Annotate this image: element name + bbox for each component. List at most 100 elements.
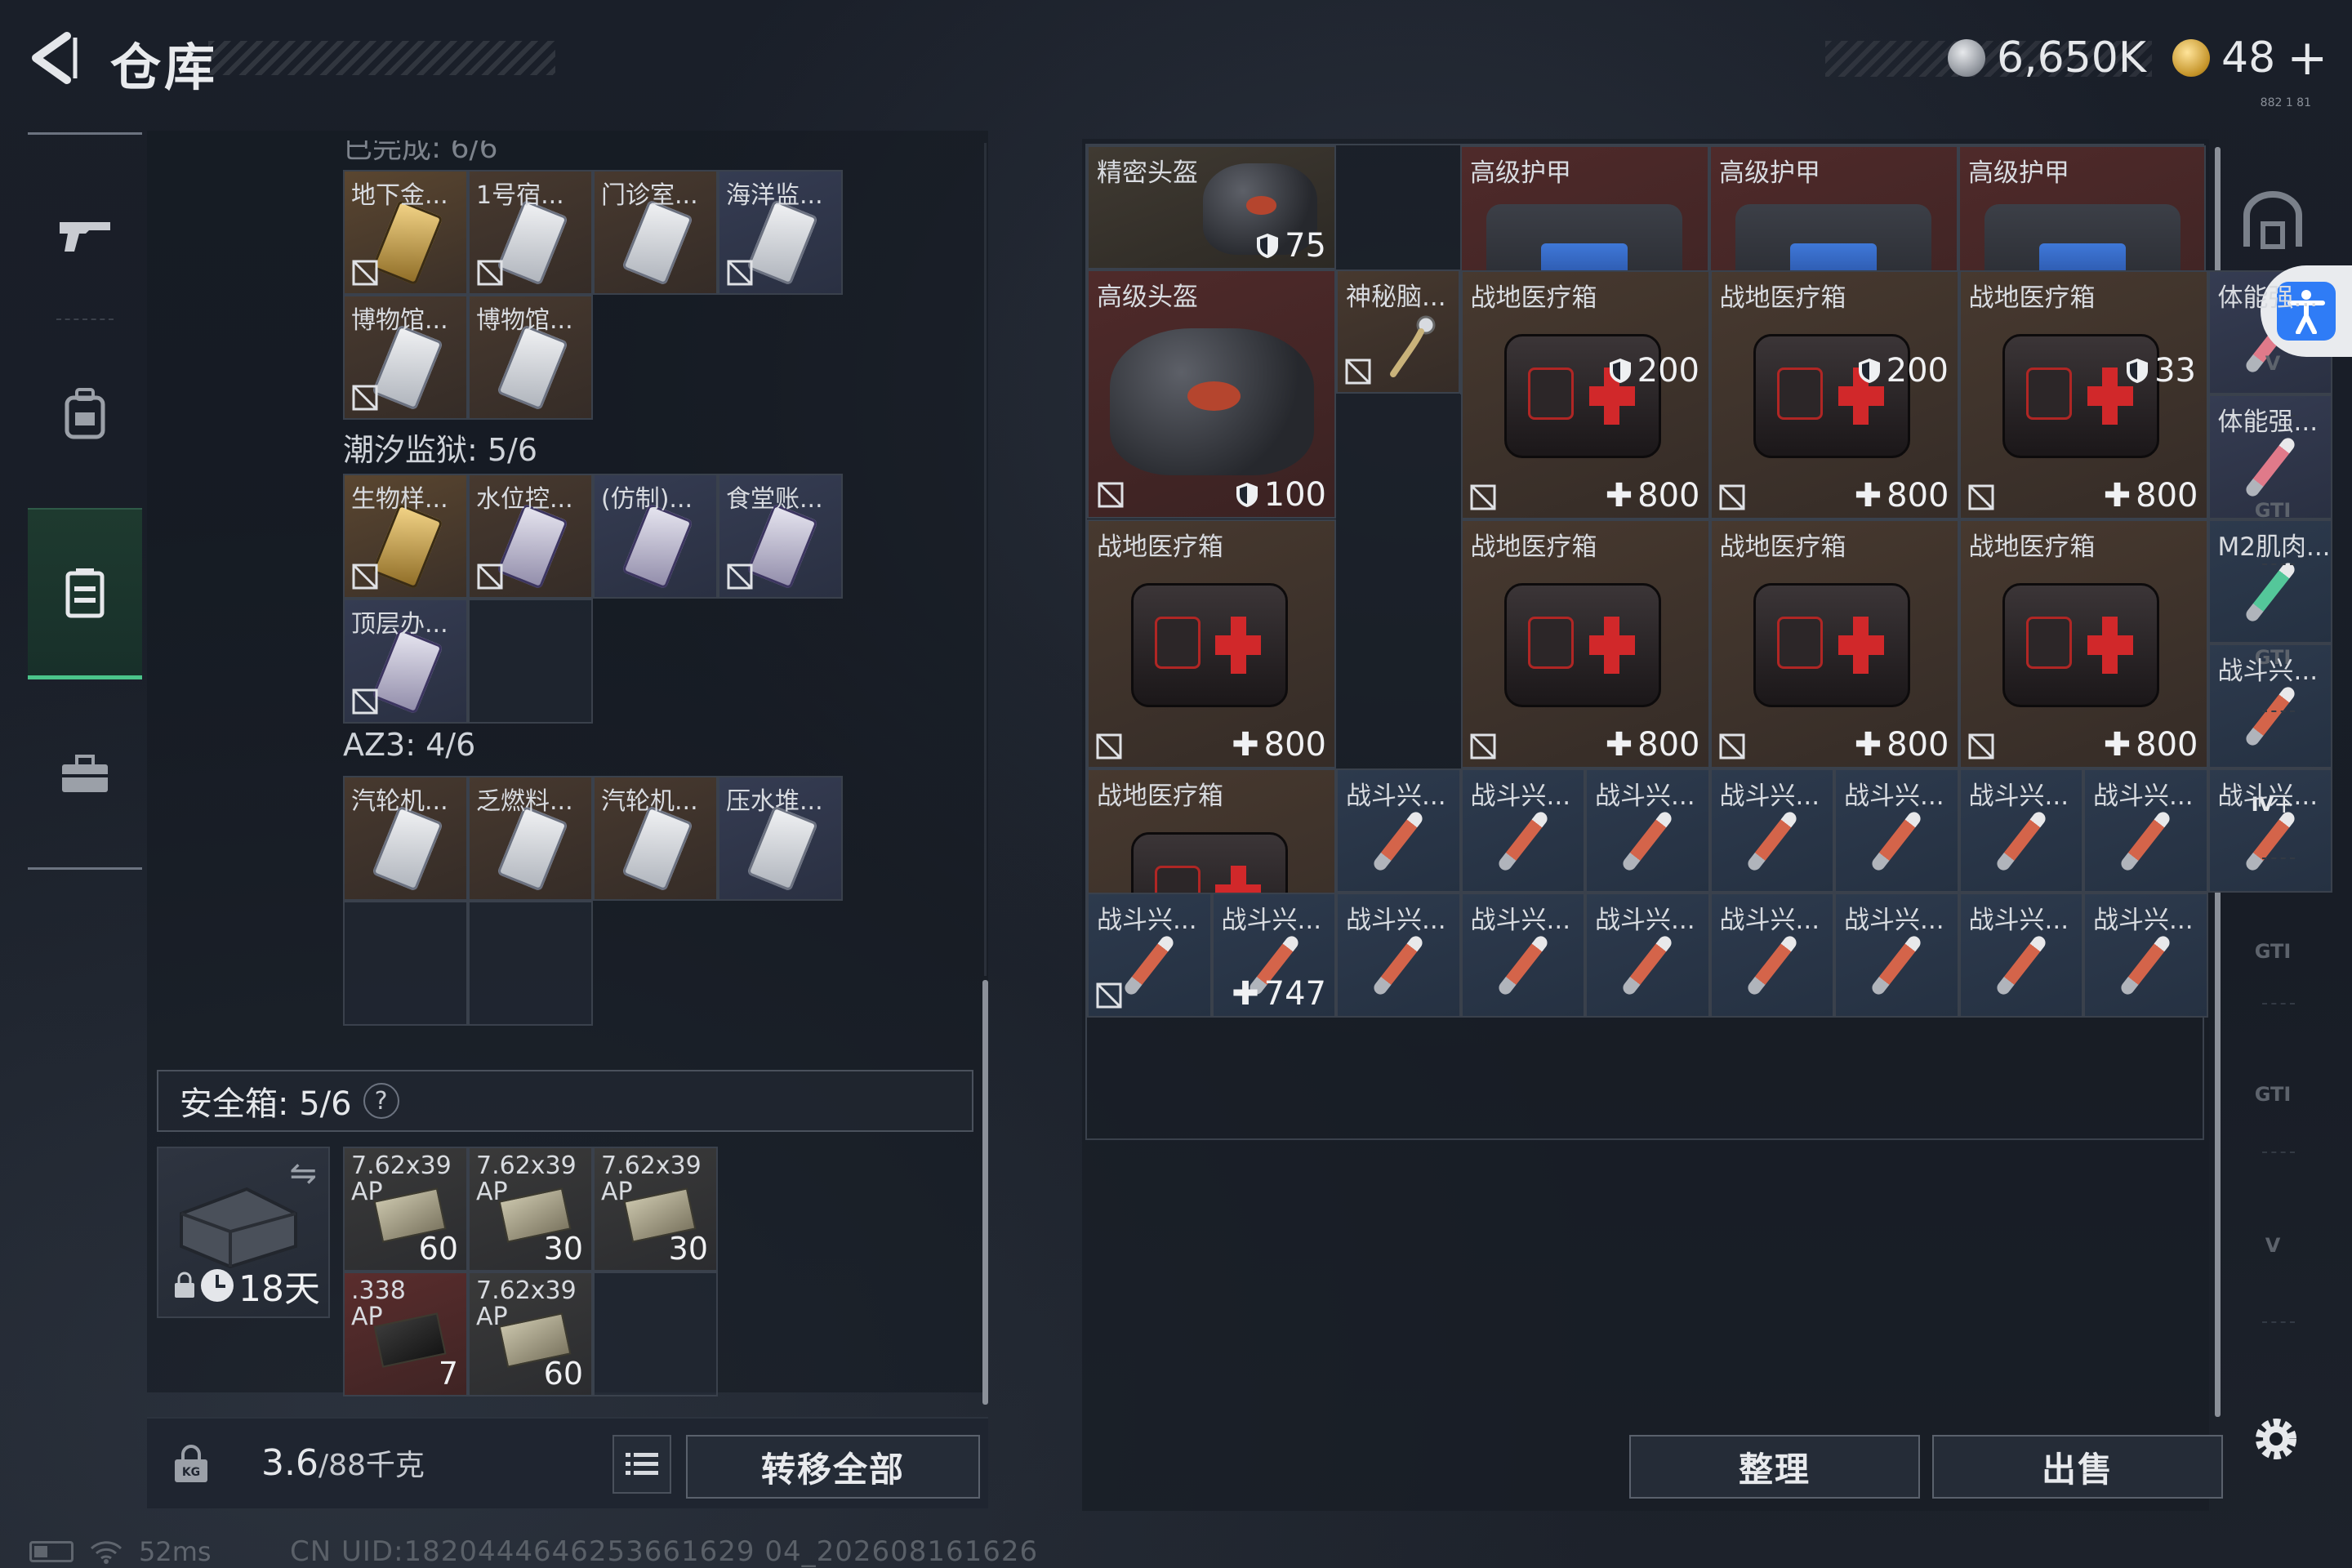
nav-toolbox[interactable] [28,688,142,859]
keycard-slot[interactable]: 海洋监... [718,170,843,295]
nav-weapon[interactable] [28,149,142,320]
no-insurance-icon [352,385,378,411]
add-currency-button[interactable]: + [2287,29,2328,87]
item-name: 战斗兴... [2217,657,2319,686]
stimulant-item[interactable]: 战斗兴... [2083,893,2208,1018]
ammo-slot[interactable]: .338 AP 7 [343,1272,468,1396]
keycard-slot[interactable]: 1号宿... [468,170,593,295]
stimulant-item[interactable]: 战斗兴... [1585,768,1710,893]
empty-slot[interactable] [343,901,468,1026]
keycard-slot[interactable]: 地下金... [343,170,468,295]
keycard-slot[interactable]: 汽轮机... [593,776,718,901]
keycard-slot[interactable]: 门诊室... [593,170,718,295]
keycard-slot[interactable]: 顶层办... [343,599,468,724]
keycard-slot[interactable]: 食堂账... [718,474,843,599]
stimulant-item[interactable]: 战斗兴... [1336,768,1461,893]
case-icon [180,1187,297,1269]
field-medkit-item[interactable]: 战地医疗箱 ✚ 800 [1087,519,1336,768]
ammo-slot[interactable]: 7.62x39 AP 60 [468,1272,593,1396]
keycard-slot[interactable]: (仿制)... [593,474,718,599]
item-name: 水位控... [476,485,573,514]
tab-stash-gti-3[interactable]: GTI [2236,911,2310,992]
keycard-slot[interactable]: 博物馆... [468,295,593,420]
keycard-slot[interactable]: 水位控... [468,474,593,599]
stimulant-item[interactable]: 战斗兴... [1834,893,1959,1018]
nav-top-rule [28,132,142,135]
field-medkit-item[interactable]: 战地医疗箱 ✚ 800 [1460,519,1710,768]
nav-container[interactable] [28,508,142,679]
syringe-icon [2243,559,2297,624]
mystery-item[interactable]: 神秘脑... [1336,270,1460,394]
status-bar: 52ms [29,1535,212,1568]
keycard-slot[interactable]: 生物样... [343,474,468,599]
field-medkit-item[interactable]: 战地医疗箱 ✚ 800 [1460,270,1710,519]
shield-icon [1236,483,1258,507]
gold-coin-icon [2172,39,2210,77]
keycard-slot[interactable]: 乏燃料... [468,776,593,901]
swap-icon[interactable]: ⇋ [289,1155,317,1192]
tab-stash-v-2[interactable]: V [2236,1205,2310,1286]
tab-divider [2262,710,2295,712]
ammo-slot[interactable]: 7.62x39 AP 30 [468,1147,593,1272]
keycard-icon [372,805,443,892]
settings-gear-icon[interactable] [2247,1410,2305,1468]
safebox-days: 18天 [238,1268,320,1310]
empty-slot[interactable] [593,1272,718,1396]
stimulant-item[interactable]: 战斗兴... [1709,768,1834,893]
shield-icon [2127,359,2149,383]
back-arrow-icon[interactable] [24,29,82,87]
safebox-case[interactable]: ⇋ 18天 [157,1147,330,1318]
field-medkit-item[interactable]: 战地医疗箱 ✚ 800 [1958,519,2208,768]
sell-button[interactable]: 出售 [1932,1435,2223,1499]
keycard-slot[interactable]: 博物馆... [343,295,468,420]
field-medkit-item[interactable]: 战地医疗箱 ✚ 800 [1709,270,1959,519]
transfer-all-button[interactable]: 转移全部 [686,1435,980,1499]
item-heal-value: ✚ 800 [1606,726,1700,764]
stimulant-item[interactable]: 战斗兴... [2083,768,2208,893]
title-decoration [208,41,555,75]
stimulant-item[interactable]: 战斗兴... [1336,893,1461,1018]
sort-button[interactable]: 整理 [1629,1435,1920,1499]
stimulant-item[interactable]: 战斗兴... [1958,893,2083,1018]
empty-slot[interactable] [468,599,593,724]
stimulant-item[interactable]: 战斗兴... [1958,768,2083,893]
gold-currency[interactable]: 48 + [2172,29,2328,87]
list-view-button[interactable] [612,1435,671,1494]
ammo-slot[interactable]: 7.62x39 AP 30 [593,1147,718,1272]
no-insurance-icon [1968,484,1993,510]
item-name: 战斗兴... [1346,906,1446,935]
ammo-type: AP [476,1303,508,1331]
keycard-icon [746,503,818,590]
left-scrollbar[interactable] [982,980,988,1405]
stimulant-item[interactable]: 战斗兴... [2207,644,2332,768]
keycard-slot[interactable]: 汽轮机... [343,776,468,901]
stimulant-item[interactable]: 战斗兴... [1709,893,1834,1018]
field-medkit-item[interactable]: 战地医疗箱 ✚ 800 [1958,270,2208,519]
stimulant-item[interactable]: 战斗兴... [1460,768,1585,893]
precision-helmet-item[interactable]: 精密头盔 75 [1087,145,1336,270]
item-name: 战斗兴... [1221,906,1322,935]
durability-value: 100 [1263,476,1326,514]
stimulant-item[interactable]: 战斗兴... [1834,768,1959,893]
nav-separator [56,318,114,320]
ammo-slot[interactable]: 7.62x39 AP 60 [343,1147,468,1272]
advanced-helmet-item[interactable]: 高级头盔 100 [1087,270,1336,519]
nav-backpack[interactable] [28,328,142,500]
silver-currency[interactable]: 6,650K [1948,29,2146,87]
heal-value: 800 [2136,476,2198,514]
field-medkit-item[interactable]: 战地医疗箱 ✚ 800 [1709,519,1959,768]
keycard-icon [621,199,693,286]
no-insurance-icon [352,564,378,590]
stimulant-item[interactable]: 战斗兴... [1460,893,1585,1018]
help-button[interactable]: ? [363,1083,399,1119]
stimulant-item[interactable]: 战斗兴... [1585,893,1710,1018]
no-insurance-icon [1719,733,1744,759]
empty-slot[interactable] [468,901,593,1026]
keycard-slot[interactable]: 压水堆... [718,776,843,901]
tab-stash-gti-4[interactable]: GTI [2236,1054,2310,1135]
tab-home[interactable] [2236,181,2310,263]
no-insurance-icon [352,260,378,286]
durability-value: 200 [1637,352,1699,390]
keycard-icon [497,199,568,286]
no-insurance-icon [1096,982,1122,1008]
